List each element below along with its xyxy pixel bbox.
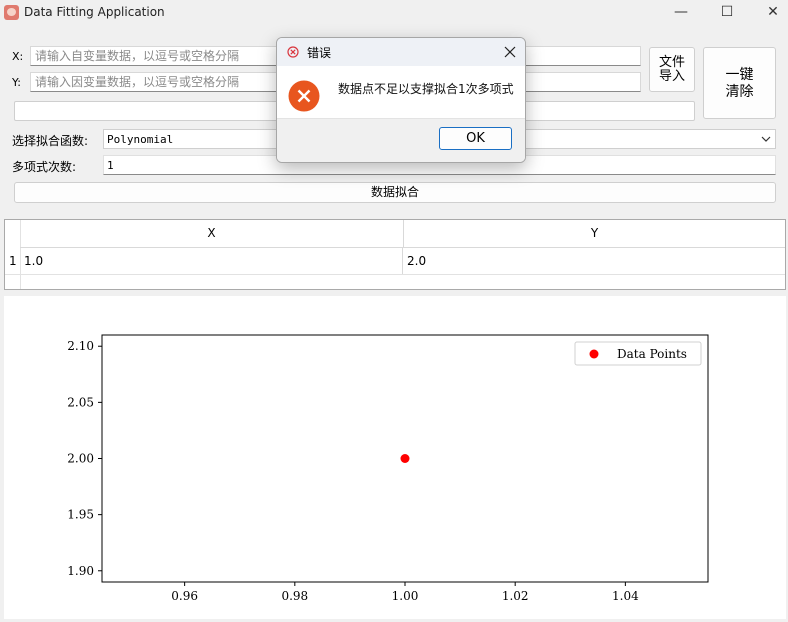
clear-all-label-line2: 清除: [725, 84, 754, 100]
app-icon: [4, 5, 19, 20]
error-small-icon: [287, 46, 299, 58]
x-tick-label: 0.98: [281, 589, 308, 603]
window-title: Data Fitting Application: [24, 5, 165, 19]
column-header-x[interactable]: X: [20, 220, 404, 248]
degree-label: 多项式次数:: [12, 160, 77, 174]
chevron-down-icon: [761, 136, 771, 142]
x-tick-label: 1.02: [502, 589, 529, 603]
x-label: X:: [12, 50, 24, 63]
y-tick-label: 2.00: [67, 452, 94, 466]
close-icon[interactable]: [504, 46, 516, 58]
dialog-title: 错误: [307, 46, 332, 60]
dialog-footer: OK: [277, 118, 525, 162]
title-bar: Data Fitting Application — ☐ ✕: [0, 0, 788, 26]
clear-all-button[interactable]: 一键 清除: [703, 47, 776, 119]
plot-area: 0.96 0.98 1.00 1.02 1.04 2.10 2.05 2.00 1.95 1.90…: [4, 296, 786, 619]
file-import-button[interactable]: 文件 导入: [649, 47, 695, 92]
legend-marker: [589, 349, 599, 359]
error-icon: [288, 80, 320, 112]
ok-button[interactable]: OK: [439, 127, 512, 150]
fit-button[interactable]: 数据拟合: [14, 182, 776, 203]
function-select-value: Polynomial: [107, 133, 174, 146]
maximize-button[interactable]: ☐: [704, 0, 750, 26]
table-row: 1 1.0 2.0: [5, 248, 785, 275]
minimize-button[interactable]: —: [658, 0, 704, 26]
x-tick-label: 0.96: [171, 589, 198, 603]
x-tick-label: 1.00: [392, 589, 419, 603]
y-tick-label: 1.90: [67, 564, 94, 578]
table-cell-x[interactable]: 1.0: [20, 248, 403, 274]
x-tick-label: 1.04: [612, 589, 639, 603]
y-tick-label: 1.95: [67, 508, 94, 522]
close-window-button[interactable]: ✕: [750, 0, 788, 26]
table-cell-y[interactable]: 2.0: [404, 248, 785, 274]
dialog-message: 数据点不足以支撑拟合1次多项式: [338, 82, 514, 96]
column-header-y[interactable]: Y: [404, 220, 785, 248]
error-dialog: 错误 数据点不足以支撑拟合1次多项式 OK: [276, 37, 526, 163]
function-label: 选择拟合函数:: [12, 134, 89, 148]
dialog-title-bar: 错误: [277, 38, 525, 66]
y-tick-label: 2.10: [67, 339, 94, 353]
data-table: X Y 1 1.0 2.0: [4, 219, 786, 290]
y-tick-label: 2.05: [67, 395, 94, 409]
scatter-chart: 0.96 0.98 1.00 1.02 1.04 2.10 2.05 2.00 1.95 1.90…: [67, 334, 709, 603]
file-import-label-line2: 导入: [658, 69, 685, 84]
y-label: Y:: [12, 76, 21, 89]
data-point: [400, 454, 410, 463]
legend-label: Data Points: [617, 347, 687, 361]
degree-value: 1: [107, 159, 114, 172]
clear-all-label-line1: 一键: [725, 67, 754, 83]
file-import-label-line1: 文件: [658, 55, 685, 70]
row-index: 1: [9, 254, 17, 268]
